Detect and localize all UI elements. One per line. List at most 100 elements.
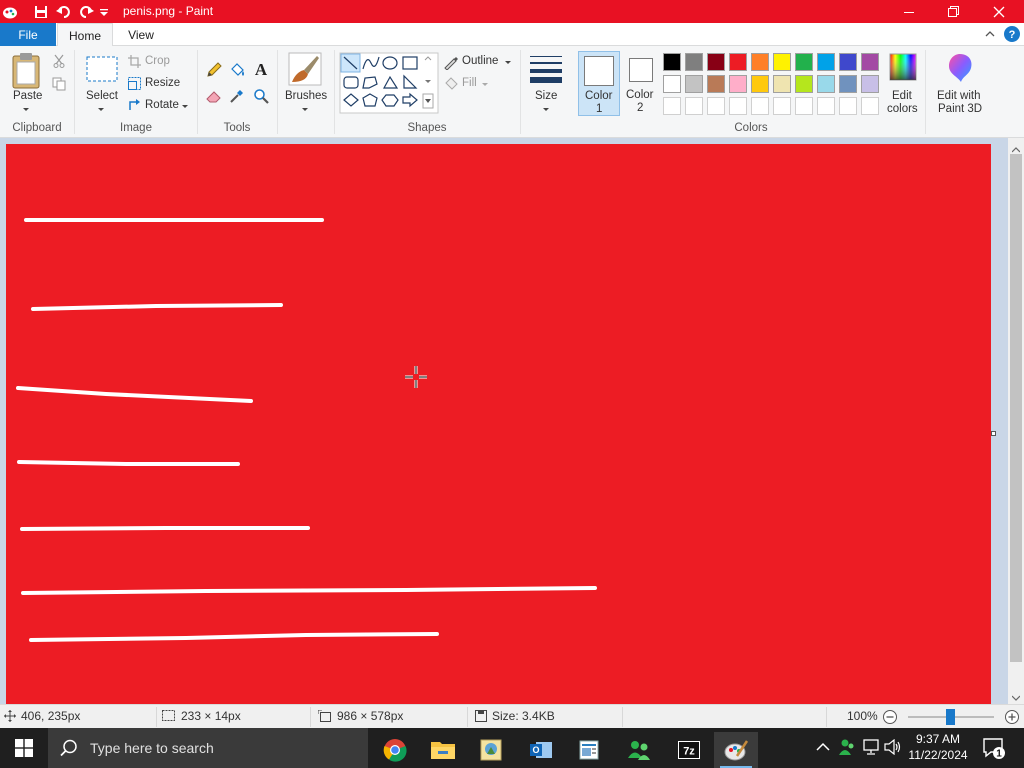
start-button[interactable] [2,728,46,768]
palette-swatch[interactable] [729,75,747,93]
palette-swatch[interactable] [685,75,703,93]
drawing-canvas[interactable] [6,144,991,704]
show-hidden-icons-chevron-icon[interactable] [816,741,830,755]
palette-swatch-empty[interactable] [663,97,681,115]
palette-swatch[interactable] [751,75,769,93]
palette-swatch[interactable] [795,75,813,93]
palette-swatch[interactable] [861,53,879,71]
canvas-resize-handle[interactable] [991,431,996,436]
color1-button[interactable]: Color 1 [578,51,620,116]
file-explorer-app-icon[interactable] [421,732,465,768]
size-icon[interactable] [529,54,563,87]
close-button[interactable] [976,0,1022,23]
scrollbar-thumb[interactable] [1010,154,1022,662]
fill-button[interactable]: Fill [462,77,477,89]
rotate-dropdown-icon[interactable] [182,105,188,108]
size-dropdown-icon[interactable] [543,108,549,111]
paint-app-icon[interactable] [2,2,18,21]
palette-swatch-empty[interactable] [707,97,725,115]
collapse-ribbon-icon[interactable] [984,28,996,43]
edit-colors-icon[interactable] [889,53,917,84]
outline-dropdown-icon[interactable] [505,61,511,64]
palette-swatch-empty[interactable] [751,97,769,115]
magnifier-icon[interactable] [253,88,269,107]
palette-swatch[interactable] [839,53,857,71]
customize-quick-access-icon[interactable] [97,2,111,21]
palette-swatch-empty[interactable] [861,97,879,115]
vertical-scrollbar[interactable] [1008,138,1024,704]
palette-swatch[interactable] [773,53,791,71]
palette-swatch-empty[interactable] [773,97,791,115]
document-app-icon[interactable] [567,732,611,768]
select-button[interactable] [86,56,118,85]
palette-swatch-empty[interactable] [685,97,703,115]
7zip-app-icon[interactable]: 7z [667,732,711,768]
rotate-button[interactable]: Rotate [145,99,179,111]
palette-swatch-empty[interactable] [729,97,747,115]
zoom-out-button[interactable] [882,709,898,728]
restore-button[interactable] [930,0,976,23]
cut-icon[interactable] [52,54,66,71]
paint3d-icon[interactable] [945,52,975,87]
zoom-slider-thumb[interactable] [946,709,955,725]
tab-file[interactable]: File [0,23,56,46]
fill-dropdown-icon[interactable] [482,83,488,86]
paste-button[interactable] [10,52,42,93]
help-icon[interactable]: ? [1004,26,1020,45]
outline-button[interactable]: Outline [462,55,498,67]
taskbar-search-box[interactable]: Type here to search [48,728,368,768]
text-tool-icon[interactable]: A [253,60,269,81]
palette-swatch[interactable] [707,75,725,93]
taskbar-clock[interactable]: 9:37 AM 11/22/2024 [906,731,970,763]
copy-icon[interactable] [52,77,66,94]
image-viewer-app-icon[interactable] [469,732,513,768]
tab-view[interactable]: View [118,23,164,47]
eraser-icon[interactable] [206,88,222,107]
zoom-in-button[interactable] [1004,709,1020,728]
palette-swatch-empty[interactable] [795,97,813,115]
save-icon[interactable] [32,2,50,21]
people-tray-icon[interactable] [838,738,856,759]
palette-swatch[interactable] [817,53,835,71]
select-dropdown-icon[interactable] [98,108,104,111]
volume-icon[interactable] [884,738,902,758]
palette-swatch[interactable] [729,53,747,71]
resize-button[interactable]: Resize [145,77,180,89]
brushes-icon[interactable] [288,52,322,89]
color-picker-icon[interactable] [229,88,245,107]
network-icon[interactable] [862,739,880,758]
outlook-app-icon[interactable]: O [519,732,563,768]
outline-icon[interactable] [443,56,459,73]
paint-app-taskbar-icon[interactable] [714,732,758,768]
palette-swatch[interactable] [707,53,725,71]
paste-dropdown-icon[interactable] [23,108,29,111]
palette-swatch[interactable] [839,75,857,93]
minimize-button[interactable] [886,0,932,23]
scroll-down-icon[interactable] [1011,690,1021,704]
crop-icon[interactable] [128,55,141,71]
tab-home[interactable]: Home [57,23,113,47]
rotate-icon[interactable] [128,99,141,115]
crop-button[interactable]: Crop [145,55,170,67]
palette-swatch[interactable] [685,53,703,71]
shapes-gallery[interactable] [339,52,439,117]
palette-swatch[interactable] [663,53,681,71]
palette-swatch[interactable] [817,75,835,93]
resize-icon[interactable] [128,77,141,93]
palette-swatch[interactable] [795,53,813,71]
pencil-icon[interactable] [206,62,222,81]
redo-icon[interactable] [77,2,95,21]
chrome-app-icon[interactable] [373,732,417,768]
palette-swatch[interactable] [773,75,791,93]
palette-swatch[interactable] [861,75,879,93]
palette-swatch-empty[interactable] [817,97,835,115]
fill-icon[interactable] [443,77,459,94]
action-center-icon[interactable]: 1 [982,736,1006,763]
undo-icon[interactable] [55,2,73,21]
palette-swatch[interactable] [663,75,681,93]
brushes-dropdown-icon[interactable] [302,108,308,111]
people-app-icon[interactable] [617,732,661,768]
palette-swatch[interactable] [751,53,769,71]
palette-swatch-empty[interactable] [839,97,857,115]
fill-bucket-icon[interactable] [229,62,245,81]
